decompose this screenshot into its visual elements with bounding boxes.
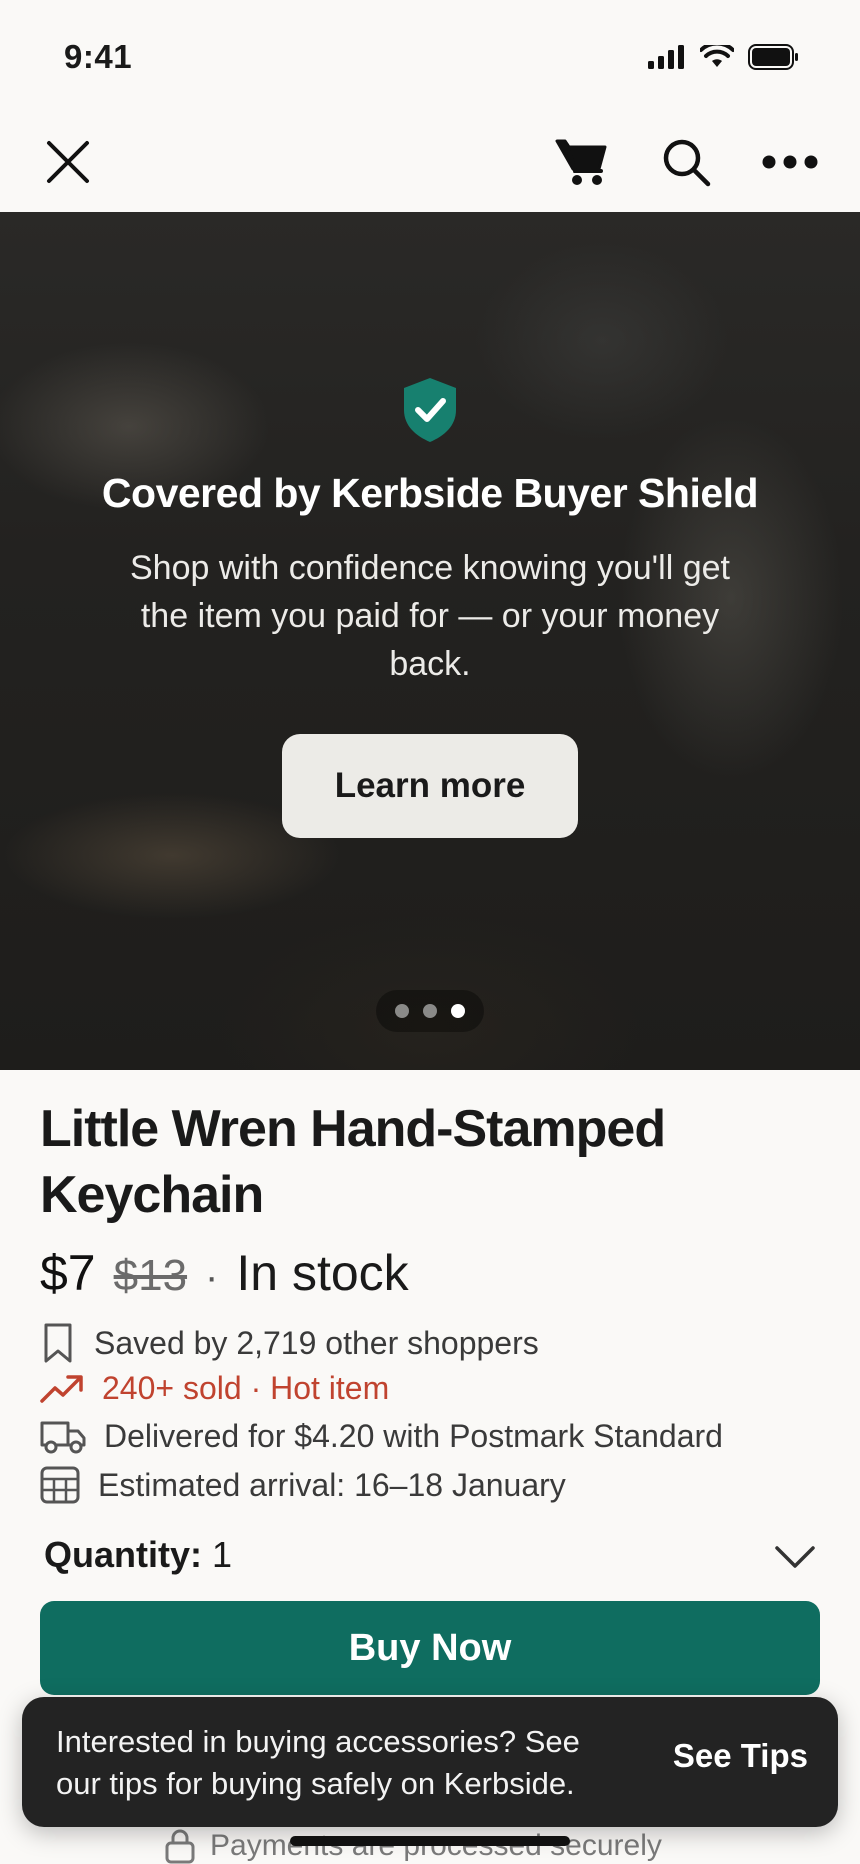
secure-payment-note: Payments are processed securely <box>164 1828 662 1864</box>
shield-check-icon <box>404 378 456 442</box>
carousel-page-indicator[interactable] <box>376 990 484 1032</box>
quantity-selector[interactable]: Quantity: 1 <box>44 1534 232 1576</box>
quantity-label: Quantity: <box>44 1534 202 1575</box>
see-tips-button[interactable]: See Tips <box>673 1737 808 1775</box>
carousel-dot[interactable] <box>395 1004 409 1018</box>
arrival-text: Estimated arrival: 16–18 January <box>98 1466 566 1503</box>
stock-status: In stock <box>236 1245 409 1301</box>
delivery-truck-icon <box>40 1421 86 1453</box>
close-button[interactable] <box>40 134 96 190</box>
cellular-signal-icon <box>648 45 684 69</box>
buy-now-button[interactable]: Buy Now <box>40 1601 820 1695</box>
product-title: Little Wren Hand-Stamped Keychain <box>40 1100 666 1224</box>
delivery-text: Delivered for $4.20 with Postmark Standa… <box>104 1418 723 1454</box>
close-icon <box>47 141 89 183</box>
delivery-row: Delivered for $4.20 with Postmark Standa… <box>40 1418 723 1455</box>
cart-icon <box>555 139 607 185</box>
wifi-icon <box>700 45 734 67</box>
search-button[interactable] <box>656 132 716 192</box>
price-line: $7 $13 · In stock <box>40 1244 409 1302</box>
calendar-icon <box>40 1466 80 1504</box>
toast-message: Interested in buying accessories? See ou… <box>56 1724 580 1801</box>
hero-description: Shop with confidence knowing you'll get … <box>130 549 730 683</box>
current-price: $7 <box>40 1245 96 1301</box>
more-options-button[interactable] <box>758 132 822 192</box>
arrival-row: Estimated arrival: 16–18 January <box>40 1466 566 1504</box>
search-icon <box>663 139 711 187</box>
status-icons <box>648 44 800 70</box>
secure-payment-text: Payments are processed securely <box>210 1829 662 1862</box>
battery-icon <box>748 44 798 70</box>
lock-icon <box>165 1829 195 1864</box>
quantity-value: 1 <box>212 1534 233 1575</box>
hero-title: Covered by Kerbside Buyer Shield <box>101 470 759 516</box>
more-options-icon <box>762 155 818 169</box>
bookmark-icon <box>44 1323 72 1363</box>
cart-button[interactable] <box>552 132 612 192</box>
home-indicator[interactable] <box>290 1836 570 1846</box>
price-separator: · <box>205 1255 219 1299</box>
trending-up-icon <box>40 1374 83 1403</box>
status-time: 9:41 <box>64 38 133 75</box>
carousel-dot-active[interactable] <box>451 1004 465 1018</box>
carousel-dot[interactable] <box>423 1004 437 1018</box>
saved-count-text: Saved by 2,719 other shoppers <box>94 1324 539 1361</box>
original-price: $13 <box>113 1251 188 1300</box>
learn-more-button[interactable]: Learn more <box>282 734 578 838</box>
saved-row: Saved by 2,719 other shoppers <box>40 1322 539 1364</box>
sold-row: 240+ sold · Hot item <box>40 1370 389 1407</box>
sold-count-text: 240+ sold · Hot item <box>102 1370 390 1406</box>
chevron-down-icon[interactable] <box>774 1544 816 1570</box>
tips-toast: Interested in buying accessories? See ou… <box>22 1697 838 1827</box>
